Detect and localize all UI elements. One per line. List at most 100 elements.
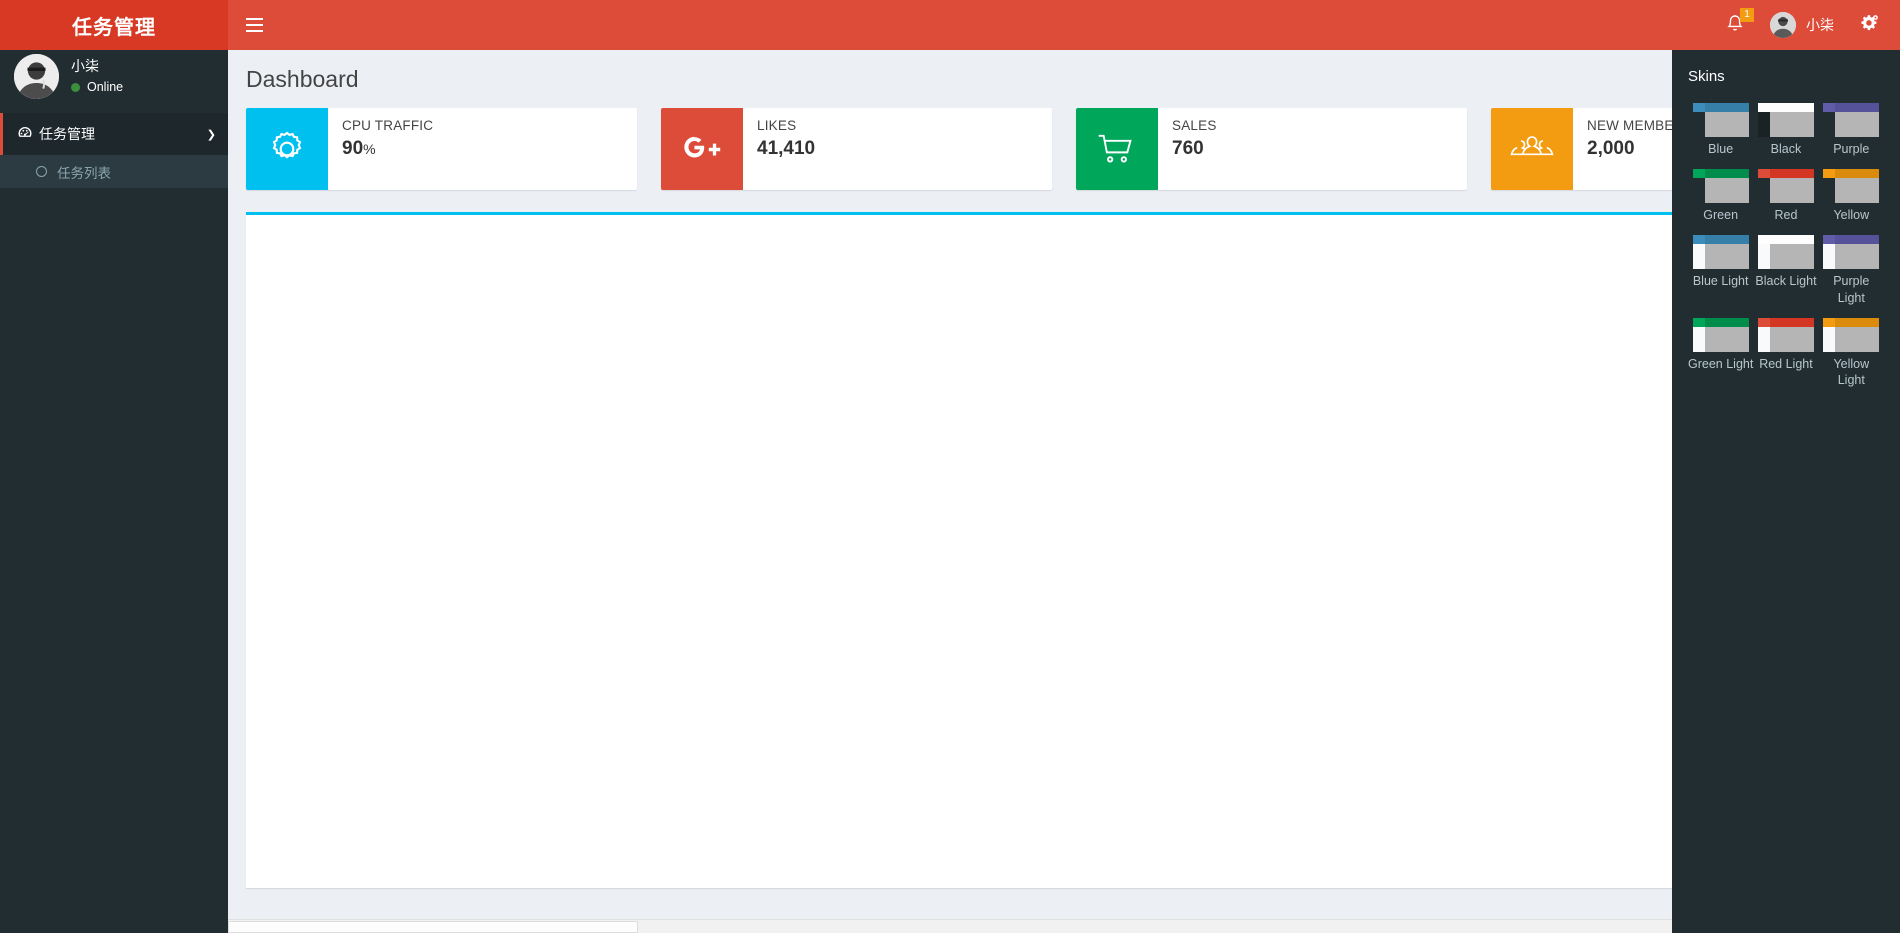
horizontal-scrollbar-thumb[interactable] xyxy=(228,921,638,933)
info-box-number: 760 xyxy=(1172,138,1204,159)
skin-option-green[interactable]: Green xyxy=(1688,168,1753,224)
gear-cogs-icon xyxy=(1860,14,1879,36)
content-header: Dashboard xyxy=(228,50,1900,101)
info-box-likes[interactable]: LIKES 41,410 xyxy=(661,108,1052,190)
sidebar-submenu: 任务列表 xyxy=(0,155,228,188)
hamburger-icon xyxy=(245,14,263,36)
gear-icon xyxy=(246,108,328,190)
skin-thumbnail xyxy=(1823,168,1880,203)
skin-thumbnail xyxy=(1692,168,1749,203)
info-box-number: 2,000 xyxy=(1587,138,1635,159)
shopping-cart-icon xyxy=(1076,108,1158,190)
app-logo[interactable]: 任务管理 xyxy=(0,0,228,50)
sidebar-menu: 任务管理 ❯ 任务列表 xyxy=(0,113,228,188)
sidebar-user-status-label: Online xyxy=(87,80,124,95)
info-box-value: 760 xyxy=(1172,138,1457,160)
skin-thumbnail xyxy=(1823,317,1880,352)
main-content-panel xyxy=(246,212,1882,888)
skin-option-label: Purple xyxy=(1833,142,1870,156)
sidebar-item-task-management[interactable]: 任务管理 ❯ 任务列表 xyxy=(0,113,228,188)
left-sidebar: 小柒 Online 任务管理 ❯ 任务列表 xyxy=(0,50,228,933)
skin-thumbnail xyxy=(1757,317,1814,352)
skin-option-red-light[interactable]: Red Light xyxy=(1753,317,1818,390)
info-box-content: CPU TRAFFIC 90% xyxy=(328,108,637,190)
skin-thumbnail xyxy=(1823,234,1880,269)
skin-option-blue-light[interactable]: Blue Light xyxy=(1688,234,1753,307)
control-sidebar-toggle-button[interactable] xyxy=(1847,0,1892,50)
skin-option-red[interactable]: Red xyxy=(1753,168,1818,224)
users-icon xyxy=(1491,108,1573,190)
skin-thumbnail xyxy=(1692,317,1749,352)
control-sidebar-skins-panel: Skins Blue Black Purple Green Red Yellow Blue … xyxy=(1672,50,1900,933)
skin-option-label: Purple Light xyxy=(1833,273,1870,305)
skin-option-label: Black xyxy=(1770,142,1802,156)
sidebar-user-panel: 小柒 Online xyxy=(0,50,228,103)
info-box-col: LIKES 41,410 xyxy=(649,108,1064,190)
info-box-col: CPU TRAFFIC 90% xyxy=(234,108,649,190)
notification-badge: 1 xyxy=(1740,8,1754,22)
skin-option-label: Black Light xyxy=(1755,273,1817,288)
skin-option-yellow[interactable]: Yellow xyxy=(1819,168,1884,224)
skin-option-blue[interactable]: Blue xyxy=(1688,103,1753,158)
sidebar-item-task-list[interactable]: 任务列表 xyxy=(0,155,228,188)
content-wrapper: Dashboard CPU TRAFFIC 90% LIKES 41,410 S… xyxy=(228,50,1900,933)
page-title: Dashboard xyxy=(246,66,359,92)
info-box-value: 41,410 xyxy=(757,138,1042,160)
skin-option-purple[interactable]: Purple xyxy=(1819,103,1884,158)
info-box-number: 41,410 xyxy=(757,138,816,159)
skin-option-label: Yellow Light xyxy=(1833,356,1870,388)
info-box-content: SALES 760 xyxy=(1158,108,1467,190)
skin-option-yellow-light[interactable]: Yellow Light xyxy=(1819,317,1884,390)
sidebar-user-info: 小柒 Online xyxy=(71,59,123,94)
skin-option-label: Red Light xyxy=(1759,356,1813,371)
info-box-cpu-traffic[interactable]: CPU TRAFFIC 90% xyxy=(246,108,637,190)
info-box-label: CPU TRAFFIC xyxy=(342,118,434,133)
skin-option-green-light[interactable]: Green Light xyxy=(1688,317,1753,390)
sidebar-item-label: 任务管理 xyxy=(39,126,95,142)
sidebar-item-task-management-link[interactable]: 任务管理 ❯ xyxy=(0,113,228,155)
circle-o-icon xyxy=(36,166,47,177)
skin-thumbnail xyxy=(1757,234,1814,269)
avatar xyxy=(14,54,59,99)
skin-option-purple-light[interactable]: Purple Light xyxy=(1819,234,1884,307)
info-box-label: SALES xyxy=(1172,118,1217,133)
info-box-label: LIKES xyxy=(757,118,797,133)
skin-thumbnail xyxy=(1757,103,1814,137)
dashboard-icon xyxy=(17,125,39,144)
skins-grid: Blue Black Purple Green Red Yellow Blue Light B… xyxy=(1688,103,1884,400)
skin-thumbnail xyxy=(1692,234,1749,269)
navbar-right-menu: 1 小柒 xyxy=(1713,0,1900,50)
sidebar-toggle-button[interactable] xyxy=(228,0,280,50)
skin-option-black[interactable]: Black xyxy=(1753,103,1818,158)
user-menu-button[interactable]: 小柒 xyxy=(1757,0,1847,50)
sidebar-user-name: 小柒 xyxy=(71,58,99,75)
info-box-col: SALES 760 xyxy=(1064,108,1479,190)
skins-panel-title: Skins xyxy=(1688,68,1725,85)
skin-option-label: Green xyxy=(1703,207,1739,222)
online-status-dot xyxy=(71,83,80,92)
info-box-content: LIKES 41,410 xyxy=(743,108,1052,190)
skin-option-black-light[interactable]: Black Light xyxy=(1753,234,1818,307)
avatar xyxy=(1770,12,1796,38)
top-navbar: 任务管理 1 小柒 xyxy=(0,0,1900,50)
user-menu-name: 小柒 xyxy=(1806,17,1834,33)
skin-option-label: Yellow xyxy=(1833,207,1870,222)
skin-option-label: Blue xyxy=(1708,142,1734,156)
skin-option-label: Red xyxy=(1774,207,1798,222)
info-box-value: 90% xyxy=(342,138,627,160)
info-box-number: 90 xyxy=(342,138,364,159)
skin-option-label: Blue Light xyxy=(1692,273,1749,288)
notifications-button[interactable]: 1 xyxy=(1713,0,1757,50)
app-logo-text: 任务管理 xyxy=(72,16,156,39)
sidebar-user-status: Online xyxy=(71,81,123,94)
chevron-down-icon: ❯ xyxy=(206,128,216,141)
sidebar-subitem-label: 任务列表 xyxy=(57,165,111,181)
info-box-sales[interactable]: SALES 760 xyxy=(1076,108,1467,190)
horizontal-scrollbar[interactable] xyxy=(228,919,1672,933)
google-plus-icon xyxy=(661,108,743,190)
navbar-body: 1 小柒 xyxy=(228,0,1900,50)
skin-thumbnail xyxy=(1757,168,1814,203)
skin-thumbnail xyxy=(1823,103,1880,137)
info-box-unit: % xyxy=(363,141,376,157)
info-boxes-row: CPU TRAFFIC 90% LIKES 41,410 SALES 760 N… xyxy=(228,108,1900,190)
